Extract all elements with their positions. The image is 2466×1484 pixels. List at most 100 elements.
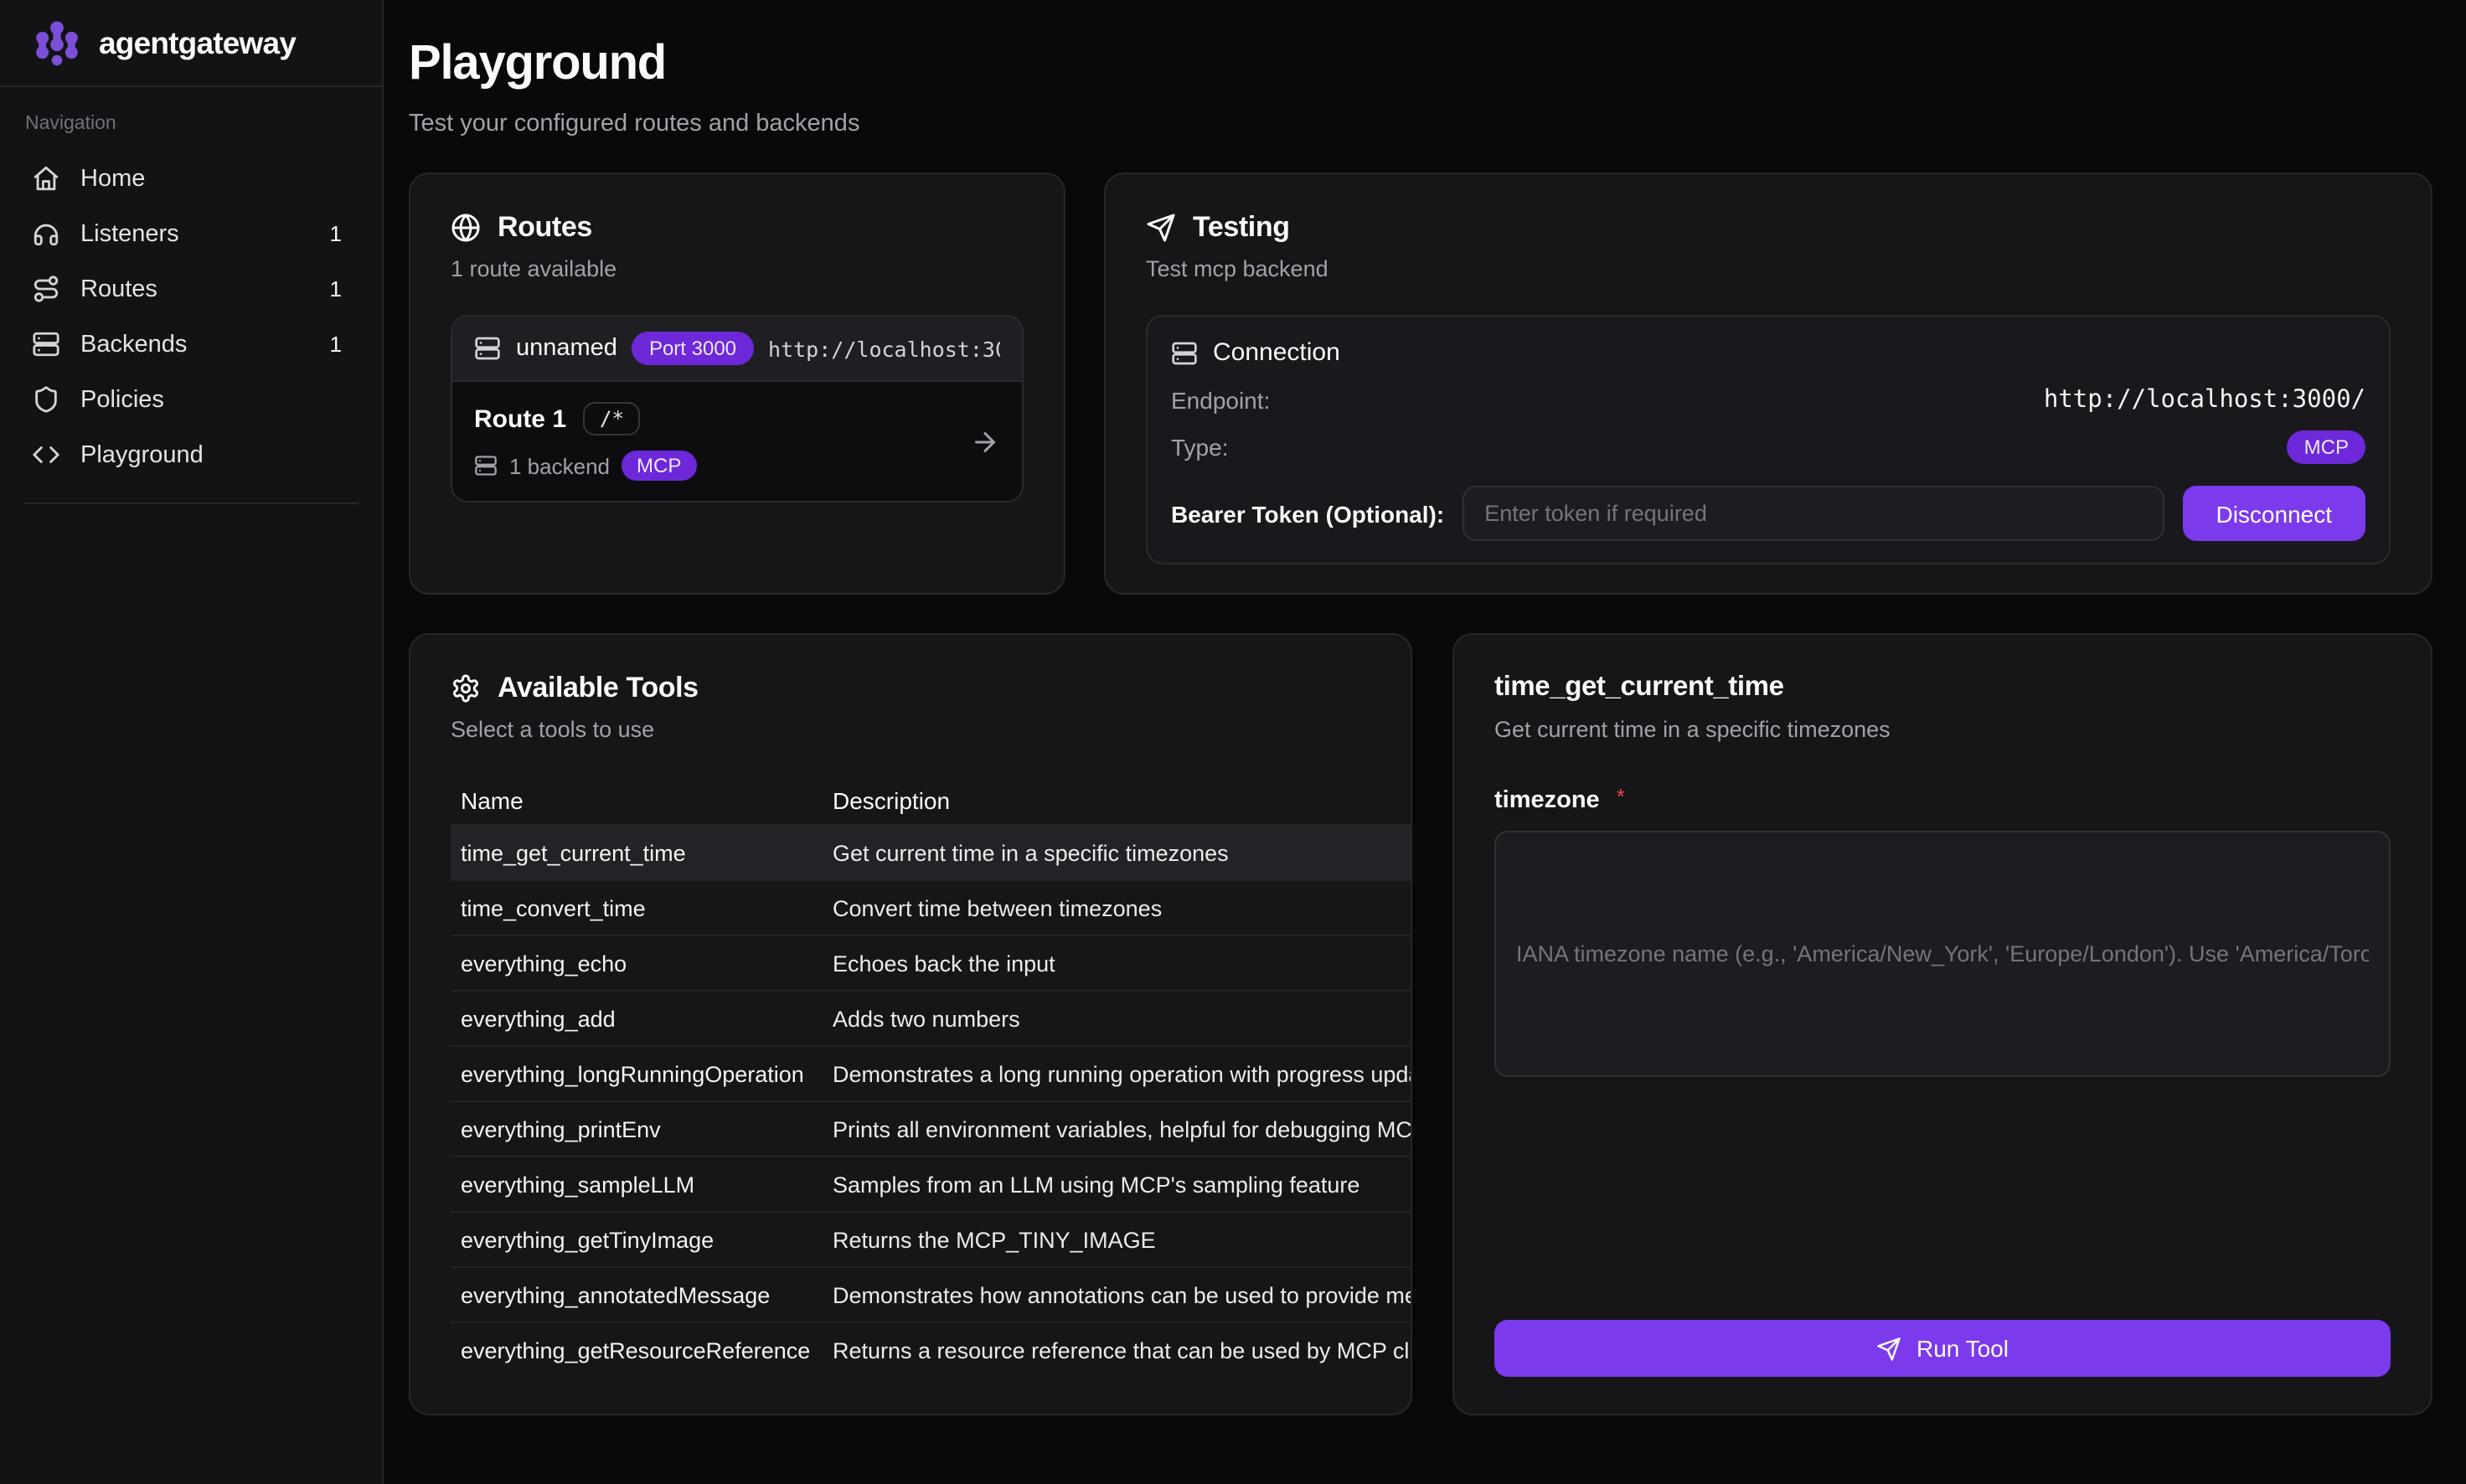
route-row[interactable]: Route 1 /* 1 backend MCP bbox=[452, 382, 1022, 501]
tool-description: Returns the MCP_TINY_IMAGE bbox=[813, 1227, 1411, 1252]
tools-table-body: time_get_current_timeGet current time in… bbox=[451, 826, 1411, 1378]
send-icon bbox=[1146, 213, 1176, 243]
tool-description: Demonstrates how annotations can be used… bbox=[813, 1282, 1411, 1307]
column-header-description: Description bbox=[813, 786, 1411, 813]
routes-card-title: Routes bbox=[498, 211, 592, 245]
tool-description: Returns a resource reference that can be… bbox=[813, 1338, 1411, 1363]
sidebar-item-count: 1 bbox=[330, 332, 342, 357]
route-icon bbox=[32, 275, 60, 303]
listener-url: http://localhost:3000/ bbox=[768, 336, 1000, 361]
sidebar-item-label: Home bbox=[80, 165, 322, 192]
testing-card: Testing Test mcp backend Connection Endp… bbox=[1104, 173, 2432, 595]
code-icon bbox=[32, 441, 60, 469]
tool-name: everything_add bbox=[461, 1006, 813, 1031]
nav-section: Navigation Home Listeners 1 Routes 1 Bac… bbox=[0, 87, 382, 504]
page-title: Playground bbox=[409, 37, 2432, 92]
required-asterisk: * bbox=[1617, 784, 1625, 809]
brand[interactable]: agentgateway bbox=[0, 0, 382, 87]
testing-card-title: Testing bbox=[1193, 211, 1290, 245]
bearer-token-input[interactable] bbox=[1463, 486, 2164, 541]
type-label: Type: bbox=[1171, 434, 1229, 461]
gear-icon bbox=[451, 673, 481, 703]
testing-card-subtitle: Test mcp backend bbox=[1146, 256, 2391, 281]
param-label-timezone: timezone bbox=[1494, 787, 1600, 814]
tool-runner-title: time_get_current_time bbox=[1494, 672, 2391, 703]
endpoint-value: http://localhost:3000/ bbox=[1270, 387, 2365, 414]
main-content: Playground Test your configured routes a… bbox=[384, 0, 2466, 1484]
sidebar-divider bbox=[23, 502, 359, 504]
globe-icon bbox=[451, 213, 481, 243]
home-icon bbox=[32, 164, 60, 193]
route-backend-count: 1 backend bbox=[509, 453, 610, 478]
tools-card-subtitle: Select a tools to use bbox=[451, 717, 1370, 742]
tool-name: everything_getResourceReference bbox=[461, 1338, 813, 1363]
sidebar-item-label: Routes bbox=[80, 276, 310, 302]
server-icon bbox=[474, 335, 501, 362]
routes-card: Routes 1 route available unnamed Port 30… bbox=[409, 173, 1065, 595]
bearer-token-label: Bearer Token (Optional): bbox=[1171, 500, 1444, 527]
headphones-icon bbox=[32, 219, 60, 248]
routes-card-subtitle: 1 route available bbox=[451, 256, 1024, 281]
server-icon bbox=[32, 330, 60, 358]
tool-runner-card: time_get_current_time Get current time i… bbox=[1452, 633, 2432, 1415]
server-icon bbox=[1171, 339, 1198, 366]
sidebar-item-home[interactable]: Home bbox=[23, 151, 359, 206]
tool-runner-subtitle: Get current time in a specific timezones bbox=[1494, 717, 2391, 742]
tool-row[interactable]: everything_annotatedMessageDemonstrates … bbox=[451, 1268, 1411, 1323]
sidebar-item-policies[interactable]: Policies bbox=[23, 372, 359, 427]
tool-description: Get current time in a specific timezones bbox=[813, 840, 1411, 865]
sidebar-item-routes[interactable]: Routes 1 bbox=[23, 261, 359, 317]
page-subtitle: Test your configured routes and backends bbox=[409, 111, 2432, 137]
tool-row[interactable]: everything_echoEchoes back the input bbox=[451, 936, 1411, 992]
tools-card-title: Available Tools bbox=[498, 672, 699, 705]
tool-description: Demonstrates a long running operation wi… bbox=[813, 1061, 1411, 1086]
column-header-name: Name bbox=[461, 786, 813, 813]
tools-table: Name Description time_get_current_timeGe… bbox=[451, 775, 1411, 1378]
shield-icon bbox=[32, 385, 60, 414]
disconnect-button[interactable]: Disconnect bbox=[2182, 486, 2365, 541]
tool-row[interactable]: everything_sampleLLMSamples from an LLM … bbox=[451, 1157, 1411, 1213]
sidebar-item-listeners[interactable]: Listeners 1 bbox=[23, 206, 359, 261]
sidebar-item-label: Playground bbox=[80, 441, 322, 468]
tool-description: Samples from an LLM using MCP's sampling… bbox=[813, 1172, 1411, 1197]
tools-table-header: Name Description bbox=[451, 775, 1411, 826]
tool-name: everything_sampleLLM bbox=[461, 1172, 813, 1197]
sidebar-item-label: Policies bbox=[80, 386, 322, 413]
tool-row[interactable]: everything_printEnvPrints all environmen… bbox=[451, 1102, 1411, 1157]
send-icon bbox=[1876, 1336, 1901, 1361]
tool-description: Prints all environment variables, helpfu… bbox=[813, 1116, 1411, 1141]
connection-title: Connection bbox=[1213, 338, 1340, 367]
tool-name: time_convert_time bbox=[461, 895, 813, 920]
sidebar-item-playground[interactable]: Playground bbox=[23, 427, 359, 482]
listener-group: unnamed Port 3000 http://localhost:3000/… bbox=[451, 315, 1024, 502]
route-path-badge: /* bbox=[583, 402, 641, 435]
tool-name: everything_printEnv bbox=[461, 1116, 813, 1141]
tool-row[interactable]: time_convert_timeConvert time between ti… bbox=[451, 881, 1411, 936]
available-tools-card: Available Tools Select a tools to use Na… bbox=[409, 633, 1412, 1415]
tool-row[interactable]: time_get_current_timeGet current time in… bbox=[451, 826, 1411, 881]
sidebar-item-count: 1 bbox=[330, 221, 342, 246]
listener-header: unnamed Port 3000 http://localhost:3000/ bbox=[452, 317, 1022, 382]
tool-row[interactable]: everything_getTinyImageReturns the MCP_T… bbox=[451, 1213, 1411, 1268]
tool-name: everything_getTinyImage bbox=[461, 1227, 813, 1252]
spacer bbox=[1494, 1077, 2391, 1320]
connection-panel: Connection Endpoint: http://localhost:30… bbox=[1146, 315, 2391, 564]
route-protocol-badge: MCP bbox=[622, 451, 696, 481]
endpoint-label: Endpoint: bbox=[1171, 387, 1270, 414]
timezone-input[interactable] bbox=[1494, 831, 2391, 1077]
sidebar-item-count: 1 bbox=[330, 276, 342, 301]
tool-name: everything_echo bbox=[461, 951, 813, 976]
tool-row[interactable]: everything_longRunningOperationDemonstra… bbox=[451, 1047, 1411, 1102]
run-tool-button[interactable]: Run Tool bbox=[1494, 1320, 2391, 1377]
tool-description: Echoes back the input bbox=[813, 951, 1411, 976]
nav-section-label: Navigation bbox=[23, 114, 359, 134]
type-badge: MCP bbox=[2288, 430, 2365, 464]
arrow-right-icon[interactable] bbox=[970, 426, 1000, 456]
agentgateway-logo-icon bbox=[30, 16, 84, 70]
run-tool-label: Run Tool bbox=[1917, 1335, 2009, 1362]
route-main: Route 1 /* 1 backend MCP bbox=[474, 402, 970, 481]
sidebar-item-backends[interactable]: Backends 1 bbox=[23, 317, 359, 372]
tool-row[interactable]: everything_getResourceReferenceReturns a… bbox=[451, 1323, 1411, 1378]
tool-row[interactable]: everything_addAdds two numbers bbox=[451, 992, 1411, 1047]
tool-name: everything_longRunningOperation bbox=[461, 1061, 813, 1086]
